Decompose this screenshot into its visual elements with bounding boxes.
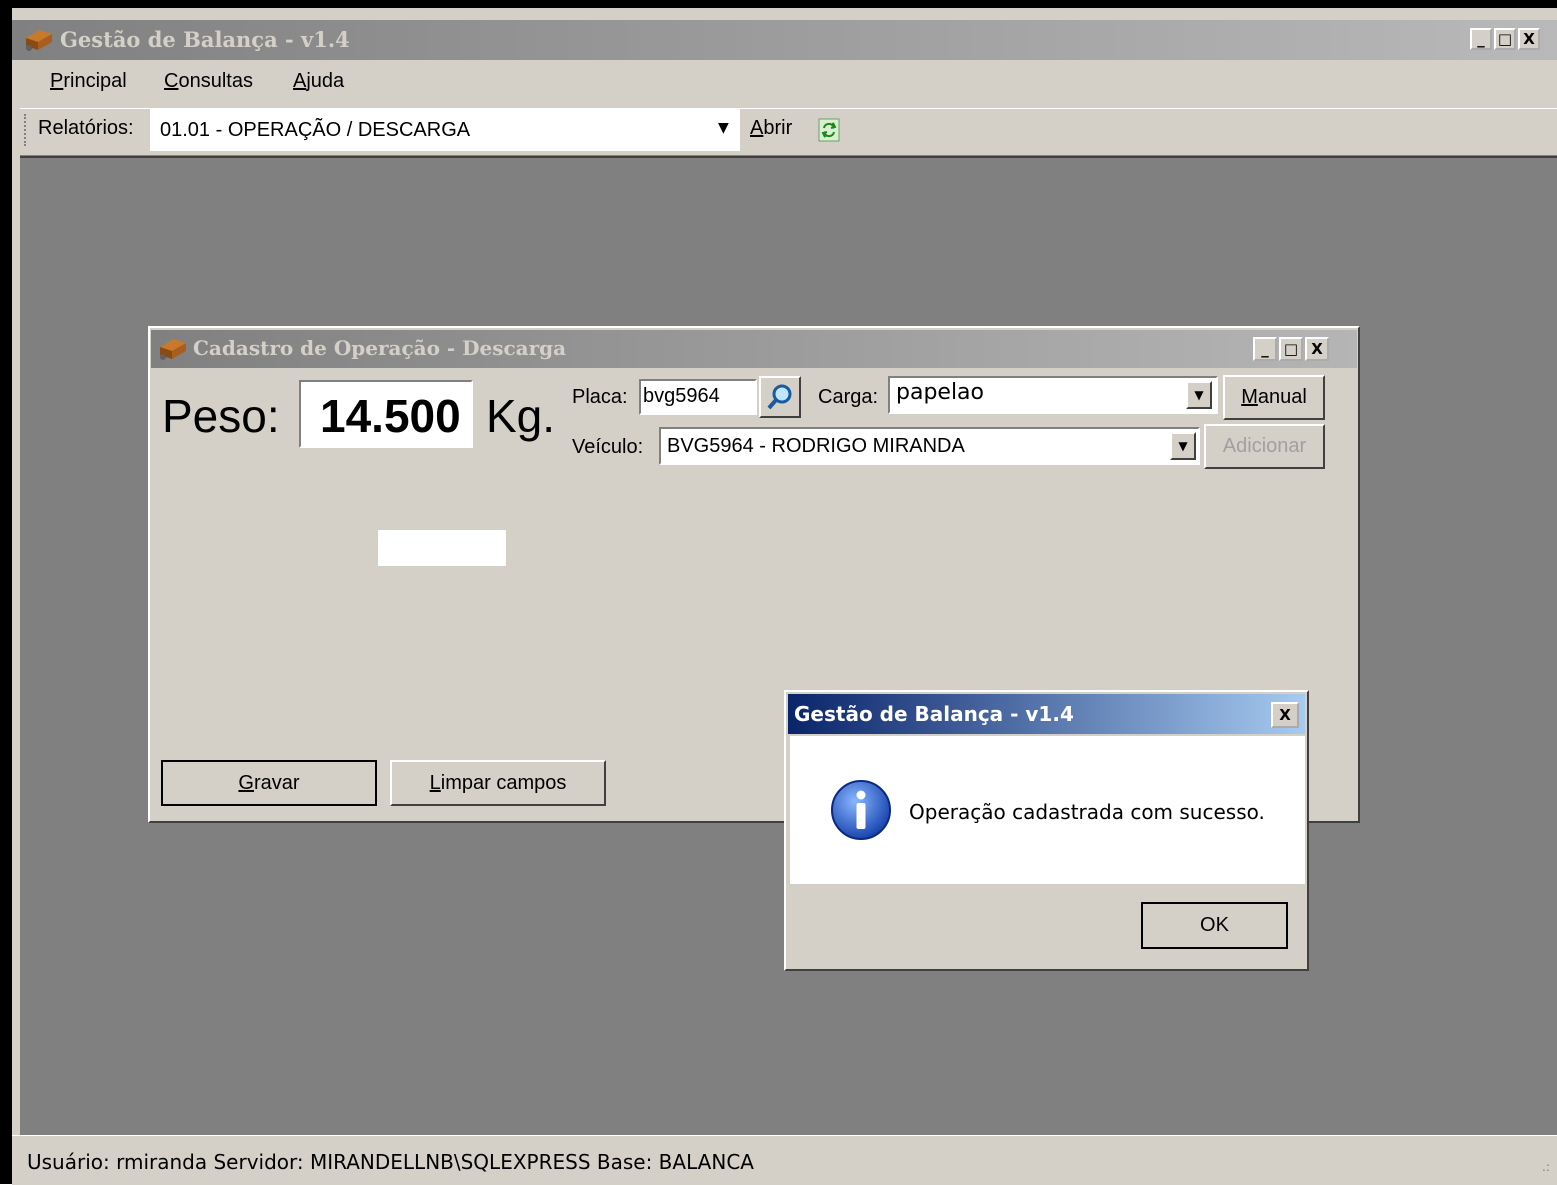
open-label: brir <box>763 117 793 139</box>
clear-fields-button[interactable]: Limpar campos <box>390 760 606 806</box>
status-text: Usuário: rmiranda Servidor: MIRANDELLNB\… <box>27 1150 754 1174</box>
close-icon: X <box>1279 705 1291 724</box>
minimize-button[interactable]: _ <box>1470 28 1492 50</box>
open-accel: A <box>750 117 764 139</box>
close-icon: X <box>1311 339 1323 358</box>
save-accel: G <box>238 771 254 794</box>
close-button[interactable]: X <box>1305 337 1329 361</box>
plate-input-value: bvg5964 <box>643 385 720 407</box>
menu-principal[interactable]: Principal <box>50 70 127 93</box>
reports-select-value: 01.01 - OPERAÇÃO / DESCARGA <box>160 119 471 141</box>
toolbar-grip[interactable] <box>24 114 30 146</box>
clear-accel: L <box>429 771 441 794</box>
resize-grip-icon[interactable]: .: <box>1542 1160 1550 1174</box>
app-icon <box>160 339 186 360</box>
clear-label: impar campos <box>440 771 567 794</box>
menu-ajuda-accel: A <box>293 70 307 92</box>
open-report-button[interactable]: Abrir <box>750 117 792 140</box>
menu-ajuda-label: juda <box>306 70 345 92</box>
weight-unit: Kg. <box>486 390 556 442</box>
weight-label: Peso: <box>162 390 280 442</box>
minimize-icon: _ <box>1261 339 1269 358</box>
minimize-icon: _ <box>1477 29 1485 48</box>
chevron-down-icon[interactable]: ▼ <box>1186 381 1212 409</box>
close-icon: X <box>1523 29 1535 48</box>
operation-window-title: Cadastro de Operação - Descarga <box>193 336 567 360</box>
chevron-down-icon[interactable]: ▼ <box>1170 432 1196 460</box>
vehicle-label: Veículo: <box>572 436 644 458</box>
weight-value: 14.500 <box>320 390 461 442</box>
close-button[interactable]: X <box>1518 28 1540 50</box>
menu-consultas[interactable]: Consultas <box>164 70 253 93</box>
app-icon <box>26 30 52 51</box>
blank-field <box>378 530 506 566</box>
menu-principal-accel: P <box>50 70 64 92</box>
screen-border-top <box>0 0 1557 8</box>
maximize-icon: □ <box>1497 29 1513 48</box>
cargo-label: Carga: <box>818 386 879 408</box>
minimize-button[interactable]: _ <box>1253 337 1277 361</box>
menu-principal-label: rincipal <box>63 70 127 92</box>
maximize-button[interactable]: □ <box>1494 28 1516 50</box>
cargo-select-value: papelao <box>896 380 984 405</box>
save-label: ravar <box>253 771 300 794</box>
maximize-button[interactable]: □ <box>1279 337 1303 361</box>
manual-accel: M <box>1241 386 1258 408</box>
operation-window-controls: _ □ X <box>1253 337 1329 361</box>
message-text: Operação cadastrada com sucesso. <box>909 800 1265 824</box>
menu-consultas-label: onsultas <box>178 70 253 92</box>
plate-label: Placa: <box>572 386 628 408</box>
maximize-icon: □ <box>1283 339 1299 358</box>
search-plate-button[interactable] <box>759 376 801 418</box>
menu-consultas-accel: C <box>164 70 179 92</box>
menu-ajuda[interactable]: Ajuda <box>293 70 344 93</box>
search-icon <box>767 384 792 410</box>
main-window-title: Gestão de Balança - v1.4 <box>60 27 350 52</box>
manual-button[interactable]: Manual <box>1223 375 1325 420</box>
manual-label: anual <box>1257 386 1307 408</box>
add-vehicle-button[interactable]: Adicionar <box>1204 424 1325 469</box>
reports-label: Relatórios: <box>38 117 134 139</box>
save-button[interactable]: Gravar <box>161 760 377 806</box>
message-dialog-title: Gestão de Balança - v1.4 <box>794 702 1074 726</box>
menu-bar: Principal Consultas Ajuda <box>12 62 1557 104</box>
dialog-close-button[interactable]: X <box>1271 702 1299 728</box>
main-window-controls: _ □ X <box>1470 28 1540 50</box>
chevron-down-icon[interactable]: ▼ <box>718 120 729 136</box>
info-icon <box>831 780 891 840</box>
screen-border-left <box>0 0 12 1184</box>
ok-button[interactable]: OK <box>1141 902 1288 949</box>
refresh-icon[interactable] <box>818 118 840 142</box>
vehicle-select-value: BVG5964 - RODRIGO MIRANDA <box>667 435 965 457</box>
